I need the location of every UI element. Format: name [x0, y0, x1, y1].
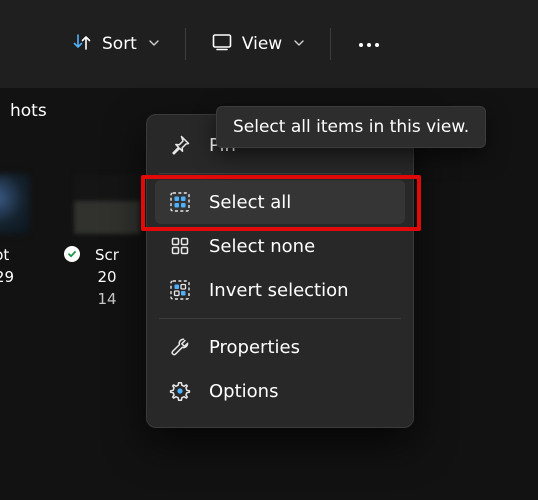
sort-icon — [72, 32, 92, 57]
menu-label: Invert selection — [209, 280, 349, 301]
context-menu: Pin Select all Select none — [146, 114, 414, 428]
sort-label: Sort — [102, 34, 137, 54]
menu-label: Select all — [209, 192, 291, 213]
file-name: Scr — [74, 244, 140, 266]
file-line: 14 — [74, 288, 140, 310]
sort-button[interactable]: Sort — [58, 22, 173, 67]
toolbar: Sort View — [0, 0, 538, 88]
more-button[interactable] — [343, 24, 395, 64]
menu-item-options[interactable]: Options — [155, 369, 405, 413]
menu-label: Select none — [209, 236, 315, 257]
wrench-icon — [169, 336, 191, 358]
menu-divider — [159, 318, 401, 319]
file-date: 3-29 — [0, 266, 30, 288]
file-thumb[interactable]: hot 3-29 — [0, 174, 30, 310]
menu-item-invert-selection[interactable]: Invert selection — [155, 268, 405, 312]
sync-check-icon — [64, 246, 80, 262]
tooltip-text: Select all items in this view. — [233, 117, 469, 137]
file-name: hot — [0, 244, 30, 266]
view-icon — [212, 33, 232, 56]
chevron-down-icon — [149, 37, 159, 51]
menu-divider — [159, 173, 401, 174]
tooltip: Select all items in this view. — [216, 106, 486, 148]
menu-item-properties[interactable]: Properties — [155, 325, 405, 369]
pin-icon — [169, 134, 191, 156]
menu-item-select-none[interactable]: Select none — [155, 224, 405, 268]
view-label: View — [242, 34, 282, 54]
file-line: 20 — [74, 266, 140, 288]
ellipsis-icon — [357, 34, 381, 54]
image-thumbnail — [0, 174, 30, 234]
chevron-down-icon — [294, 37, 304, 51]
breadcrumb-text: hots — [10, 101, 47, 121]
gear-icon — [169, 380, 191, 402]
toolbar-separator — [330, 28, 331, 60]
select-none-icon — [169, 235, 191, 257]
select-all-icon — [169, 191, 191, 213]
file-thumb[interactable]: Scr 20 14 — [74, 174, 140, 310]
menu-label: Options — [209, 381, 278, 402]
view-button[interactable]: View — [198, 23, 318, 66]
invert-selection-icon — [169, 279, 191, 301]
menu-item-select-all[interactable]: Select all — [155, 180, 405, 224]
menu-label: Properties — [209, 337, 300, 358]
toolbar-separator — [185, 28, 186, 60]
image-thumbnail — [74, 174, 140, 234]
